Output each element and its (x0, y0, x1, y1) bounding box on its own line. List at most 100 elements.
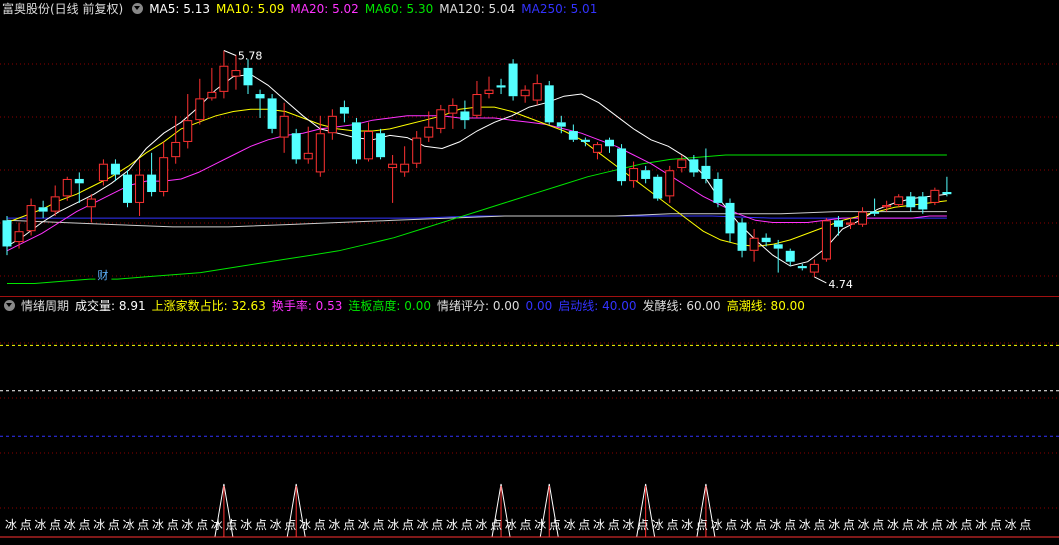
mark-label: 冰 (446, 518, 458, 532)
mark-label: 冰 (64, 518, 76, 532)
candle (858, 207, 868, 227)
candle (592, 141, 602, 160)
candle (544, 80, 554, 125)
up-ratio-label: 上涨家数占比: 32.63 (151, 299, 266, 313)
candle-body (580, 139, 590, 142)
candle (448, 98, 458, 129)
candle-body (846, 222, 855, 225)
mark-label: 冰 (240, 518, 252, 532)
score-label: 情绪评分: 0.00 (436, 299, 520, 313)
candle-body (62, 178, 72, 197)
mark-label: 冰 (505, 518, 517, 532)
turnover-label: 换手率: 0.53 (271, 299, 343, 313)
candle-body (725, 202, 735, 234)
candle (26, 198, 36, 236)
candle-body (147, 174, 157, 193)
candle-body (279, 115, 289, 138)
candle-body (183, 120, 193, 142)
mark-label: 点 (872, 518, 884, 532)
candle-body (195, 98, 205, 121)
candle-body (86, 198, 96, 208)
mark-label: 点 (255, 518, 267, 532)
mark-label: 冰 (152, 518, 164, 532)
mark-label: 冰 (681, 518, 693, 532)
candle-body (74, 178, 84, 184)
candle (532, 74, 542, 105)
cai-badge: 财 (97, 268, 108, 282)
candle (508, 59, 518, 101)
candle-body (653, 176, 663, 199)
candle (38, 200, 48, 219)
candle (906, 192, 916, 212)
mark-label: 点 (549, 518, 561, 532)
candle (351, 117, 361, 164)
candle-body (629, 168, 639, 182)
candle-body (749, 237, 759, 251)
candle-body (508, 63, 518, 97)
mark-label: 冰 (123, 518, 135, 532)
dropdown-circle-icon[interactable] (4, 300, 15, 311)
candle (930, 187, 940, 206)
candle-body (110, 163, 120, 175)
dropdown-circle-icon[interactable] (132, 3, 144, 14)
ma20-label: MA20: 5.02 (290, 2, 359, 16)
mark-label: 点 (784, 518, 796, 532)
candle-body (243, 67, 253, 86)
candle-body (460, 111, 470, 121)
candle (894, 194, 904, 208)
mark-label: 点 (755, 518, 767, 532)
candle (472, 80, 482, 118)
candle-body (532, 83, 542, 101)
candle-body (761, 237, 771, 243)
candle-body (376, 133, 386, 158)
mark-label: 冰 (593, 518, 605, 532)
candle (725, 198, 735, 243)
ma10-label: MA10: 5.09 (215, 2, 285, 16)
mark-label: 点 (990, 518, 1002, 532)
candle-body (882, 205, 892, 208)
candle (641, 165, 651, 184)
candle (617, 144, 627, 186)
candle-body (14, 231, 24, 243)
candle (556, 115, 566, 134)
mark-label: 冰 (769, 518, 781, 532)
limit-height-label: 连板高度: 0.00 (348, 299, 431, 313)
candle-body (833, 220, 843, 227)
annotations: 5.78 4.74 财 (95, 49, 853, 291)
fermline-label: 发酵线: 60.00 (642, 299, 721, 313)
candle (147, 152, 157, 197)
candle-body (520, 89, 530, 97)
candle-body (327, 115, 337, 134)
candle (846, 218, 855, 230)
mark-label: 冰 (387, 518, 399, 532)
top-legend: 富奥股份(日线 前复权) MA5: 5.13 MA10: 5.09 MA20: 5.0… (0, 0, 603, 18)
mark-label: 点 (608, 518, 620, 532)
candle-body (135, 174, 145, 203)
candle (797, 263, 807, 271)
ma60-label: MA60: 5.30 (364, 2, 434, 16)
candle-body (267, 98, 277, 129)
low-pointer (814, 276, 827, 284)
candle (327, 109, 337, 140)
candle (665, 165, 675, 203)
mark-label: 点 (961, 518, 973, 532)
candle-body (918, 196, 928, 210)
ma250-label: MA250: 5.01 (521, 2, 598, 16)
candle (74, 172, 84, 203)
high-label: 5.78 (238, 49, 263, 62)
candle-body (38, 207, 48, 212)
candle (376, 128, 386, 160)
candle (50, 185, 60, 216)
stock-title: 富奥股份(日线 前复权) (2, 2, 124, 16)
mark-label: 点 (196, 518, 208, 532)
mark-label: 点 (373, 518, 385, 532)
mark-label: 冰 (975, 518, 987, 532)
candle-body (436, 109, 446, 129)
candle-body (388, 163, 398, 169)
candle (14, 222, 24, 249)
mark-label: 冰 (887, 518, 899, 532)
mark-label: 点 (725, 518, 737, 532)
candle-body (568, 131, 578, 140)
candle-body (219, 65, 229, 92)
candle-body (930, 189, 940, 203)
